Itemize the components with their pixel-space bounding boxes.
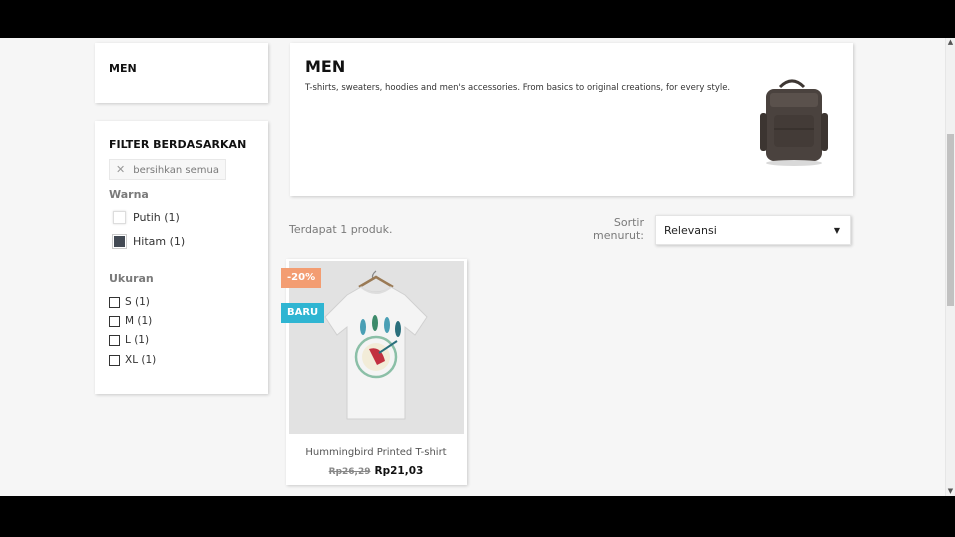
sidebar-category-block: MEN <box>95 43 268 103</box>
color-swatch-black <box>112 234 127 249</box>
color-option-label: Putih (1) <box>133 211 180 224</box>
category-title: MEN <box>305 57 346 76</box>
size-option-xl[interactable]: XL (1) <box>109 354 156 366</box>
scroll-up-icon[interactable]: ▲ <box>946 38 955 47</box>
product-card[interactable]: Hummingbird Printed T-shirt Rp26,29 Rp21,… <box>286 259 467 485</box>
close-icon: ✕ <box>116 163 126 176</box>
page-viewport: MEN FILTER BERDASARKAN ✕ bersihkan semua … <box>0 38 955 496</box>
size-option-label: L (1) <box>125 334 150 346</box>
color-option-hitam[interactable]: Hitam (1) <box>112 234 186 249</box>
filter-panel: FILTER BERDASARKAN ✕ bersihkan semua Warn… <box>95 121 268 394</box>
new-badge: BARU <box>281 303 325 323</box>
sidebar-category-title[interactable]: MEN <box>109 62 137 75</box>
size-option-label: M (1) <box>125 315 153 327</box>
sort-select[interactable]: Relevansi ▼ <box>655 215 851 245</box>
color-option-putih[interactable]: Putih (1) <box>113 211 180 224</box>
sort-label: Sortir menurut: <box>593 216 644 242</box>
size-option-s[interactable]: S (1) <box>109 296 150 308</box>
size-option-label: S (1) <box>125 296 150 308</box>
sort-selected-value: Relevansi <box>664 224 717 237</box>
size-facet-title: Ukuran <box>109 272 154 285</box>
category-header: MEN T-shirts, sweaters, hoodies and men'… <box>290 43 853 196</box>
category-image-backpack <box>760 79 828 166</box>
color-swatch-white <box>113 211 126 224</box>
clear-all-label: bersihkan semua <box>133 165 219 176</box>
product-count: Terdapat 1 produk. <box>289 223 393 236</box>
color-option-label: Hitam (1) <box>133 235 186 248</box>
size-option-m[interactable]: M (1) <box>109 315 152 327</box>
product-name[interactable]: Hummingbird Printed T-shirt <box>286 447 466 458</box>
checkbox-icon[interactable] <box>109 315 120 327</box>
checkbox-icon[interactable] <box>109 334 120 346</box>
clear-all-button[interactable]: ✕ bersihkan semua <box>109 159 226 180</box>
discount-badge: -20% <box>281 268 322 288</box>
product-current-price: Rp21,03 <box>374 465 424 477</box>
vertical-scrollbar[interactable]: ▲ ▼ <box>945 38 955 496</box>
size-option-l[interactable]: L (1) <box>109 334 149 346</box>
category-description: T-shirts, sweaters, hoodies and men's ac… <box>305 83 731 93</box>
product-old-price: Rp26,29 <box>328 467 371 477</box>
size-option-label: XL (1) <box>125 354 157 366</box>
checkbox-icon[interactable] <box>109 354 120 366</box>
caret-down-icon: ▼ <box>833 226 840 235</box>
scroll-down-icon[interactable]: ▼ <box>946 487 955 496</box>
filter-title: FILTER BERDASARKAN <box>109 138 247 151</box>
color-facet-title: Warna <box>109 188 149 201</box>
checkbox-icon[interactable] <box>109 296 120 308</box>
scrollbar-thumb[interactable] <box>947 134 954 306</box>
product-price: Rp26,29 Rp21,03 <box>286 465 466 477</box>
